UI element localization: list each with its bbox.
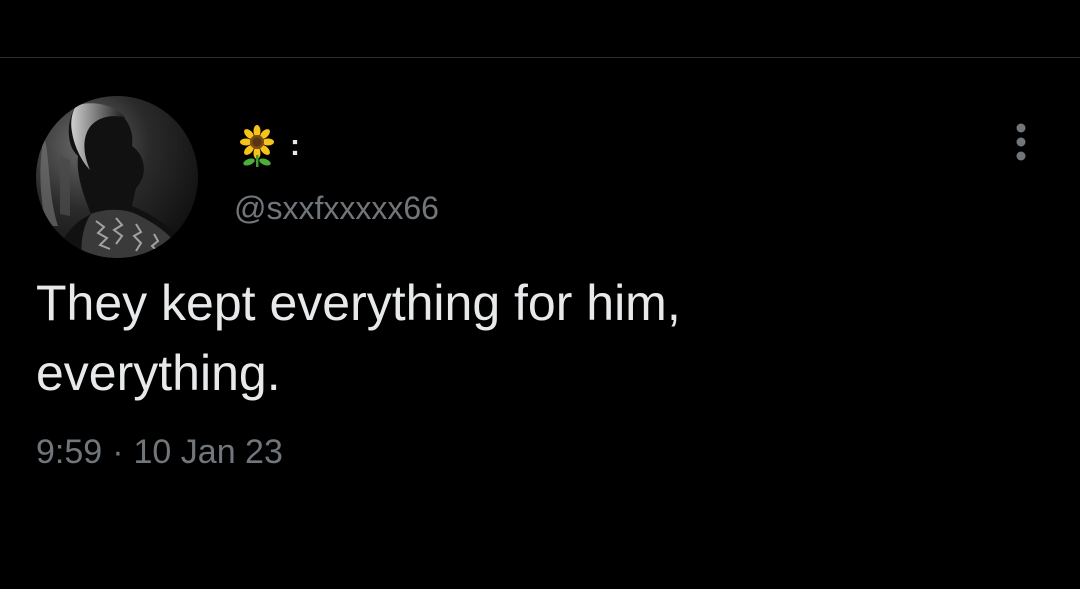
tweet-date[interactable]: 10 Jan 23 xyxy=(134,433,283,471)
more-options-button[interactable] xyxy=(1000,120,1042,168)
tweet-time[interactable]: 9:59 xyxy=(36,433,102,471)
sunflower-icon xyxy=(240,125,274,167)
avatar[interactable] xyxy=(36,96,198,258)
tweet-metadata: 9:59 · 10 Jan 23 xyxy=(36,430,283,474)
display-name: : xyxy=(290,129,300,162)
tweet: : @sxxfxxxxx66 They kept everything for … xyxy=(0,58,1080,589)
meta-separator: · xyxy=(112,433,124,471)
user-handle[interactable]: @sxxfxxxxx66 xyxy=(234,188,439,228)
tweet-text: They kept everything for him, everything… xyxy=(36,275,681,401)
avatar-image xyxy=(36,96,198,258)
more-vertical-icon xyxy=(1016,123,1026,161)
display-name-row[interactable]: : xyxy=(236,124,300,168)
